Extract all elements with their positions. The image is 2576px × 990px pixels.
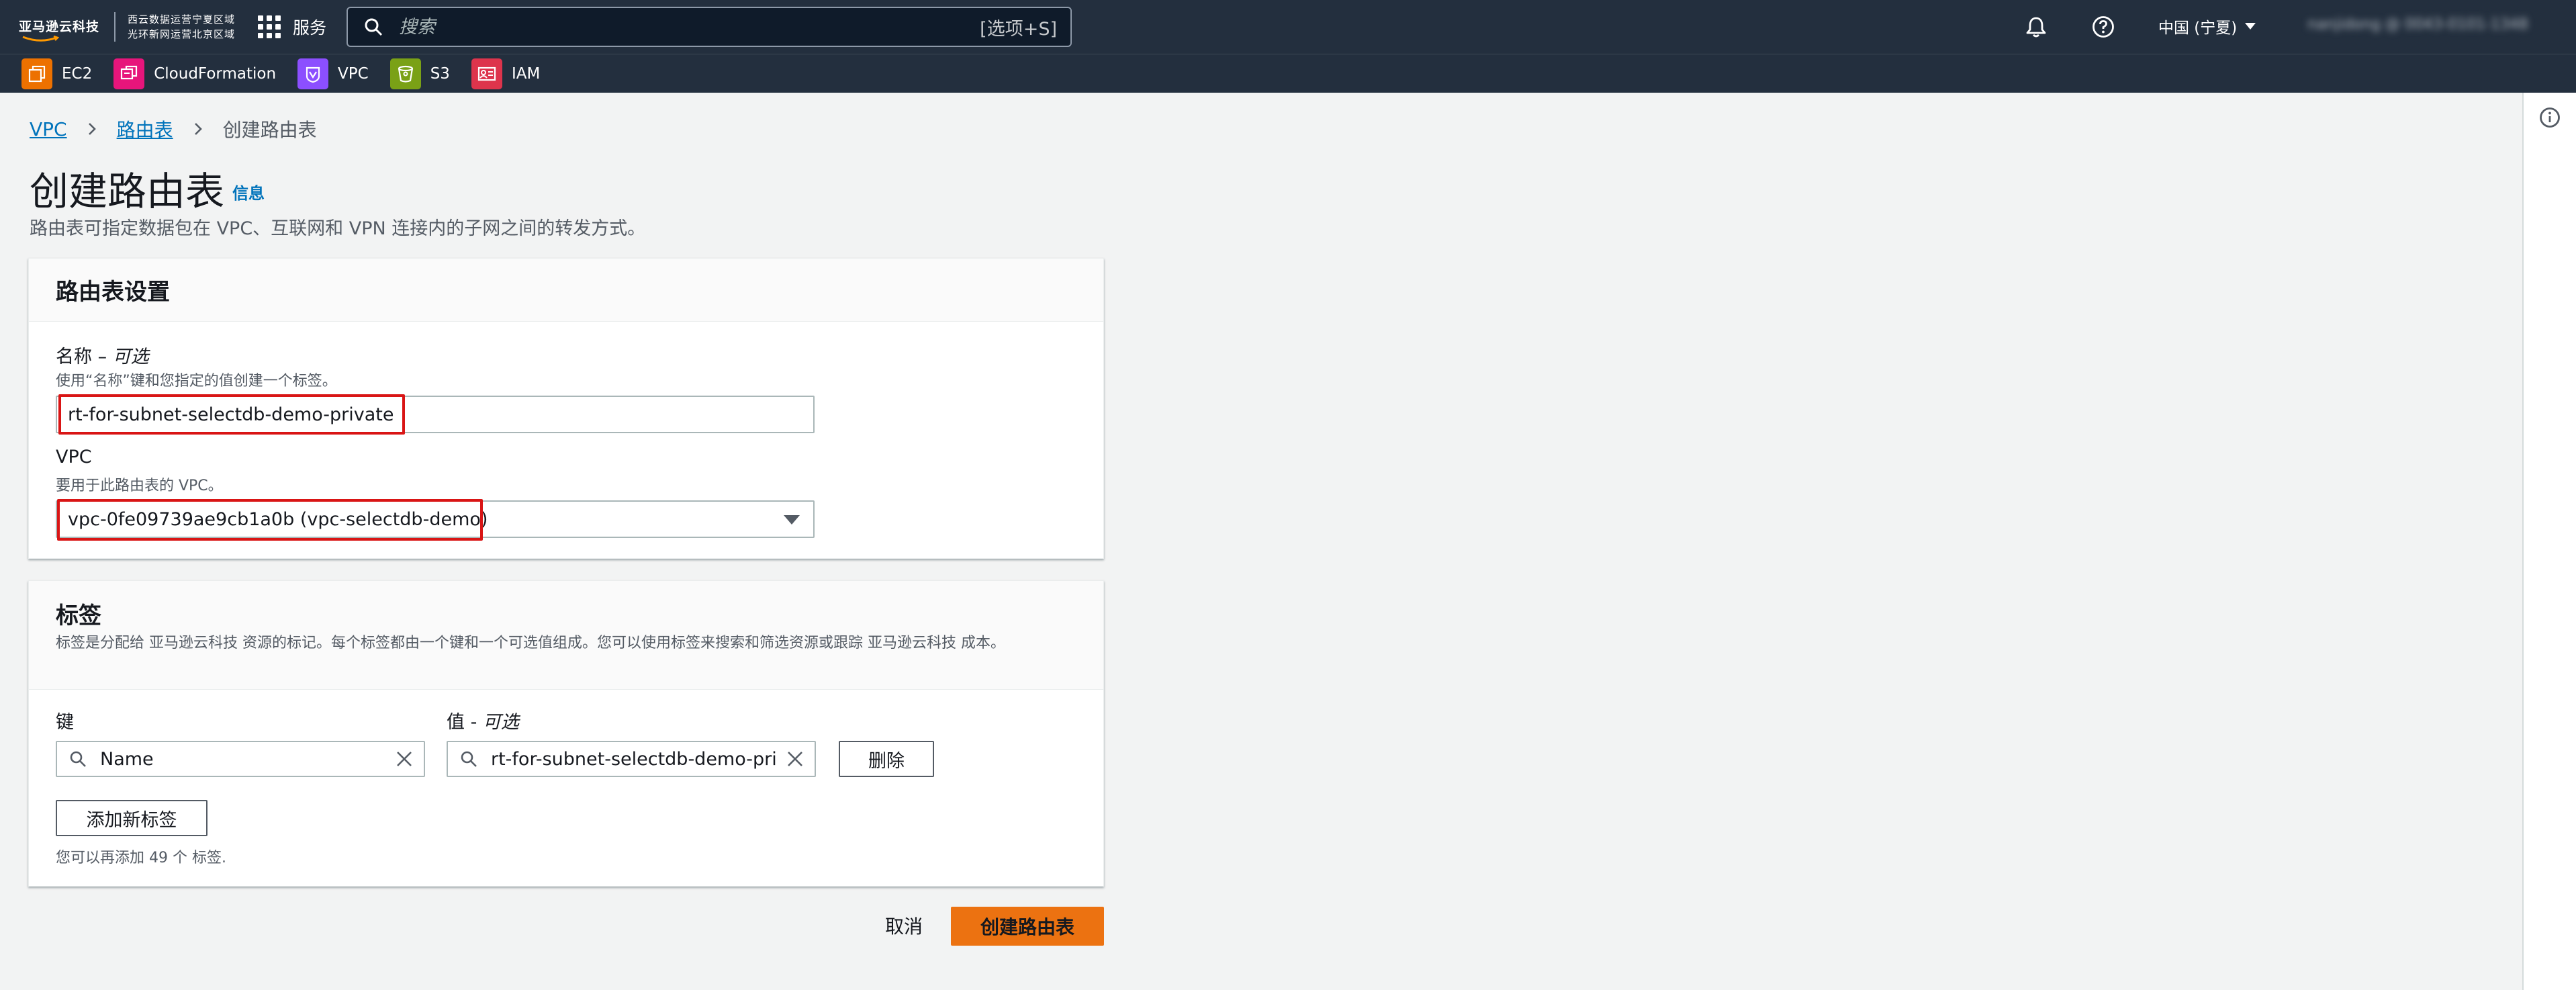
grid-icon (258, 15, 281, 38)
name-input[interactable]: rt-for-subnet-selectdb-demo-private (56, 396, 815, 433)
add-new-tag-button[interactable]: 添加新标签 (56, 800, 208, 836)
favorite-cloudformation[interactable]: CloudFormation (113, 58, 276, 89)
iam-icon (471, 58, 502, 89)
caret-down-icon (2245, 23, 2256, 30)
tag-key-label: 键 (56, 712, 74, 733)
top-navigation: 亚马逊云科技 西云数据运营宁夏区域 光环新网运营北京区域 服务 [选项+S] 中… (0, 0, 2576, 54)
tags-panel: 标签 标签是分配给 亚马逊云科技 资源的标记。每个标签都由一个键和一个可选值组成… (28, 580, 1104, 887)
chevron-right-icon (194, 123, 202, 135)
panel-header: 路由表设置 (29, 259, 1103, 322)
remove-tag-button[interactable]: 删除 (839, 741, 934, 777)
info-link[interactable]: 信息 (232, 180, 265, 204)
name-field-label: 名称 – 可选 (56, 347, 149, 367)
name-field-description: 使用“名称”键和您指定的值创建一个标签。 (56, 373, 337, 390)
tools-side-rail (2522, 93, 2576, 990)
search-icon (461, 751, 477, 767)
favorites-bar: EC2 CloudFormation VPC S3 IAM (0, 54, 2576, 93)
breadcrumb: VPC 路由表 创建路由表 (30, 116, 317, 142)
logo-main-text: 亚马逊云科技 (19, 20, 99, 42)
tag-key-value: Name (100, 748, 154, 770)
tags-description: 标签是分配给 亚马逊云科技 资源的标记。每个标签都由一个键和一个可选值组成。您可… (56, 635, 1005, 651)
name-input-value: rt-for-subnet-selectdb-demo-private (68, 404, 394, 425)
logo-subtext: 西云数据运营宁夏区域 光环新网运营北京区域 (128, 13, 236, 40)
search-icon (365, 18, 383, 36)
services-menu-button[interactable]: 服务 (258, 12, 326, 42)
tag-value-input[interactable]: rt-for-subnet-selectdb-demo-private (447, 741, 816, 777)
vpc-field-label: VPC (56, 447, 92, 467)
caret-down-icon (784, 515, 800, 525)
smile-icon (22, 35, 59, 42)
tag-key-input[interactable]: Name (56, 741, 425, 777)
region-selector[interactable]: 中国 (宁夏) (2158, 15, 2256, 38)
help-icon[interactable] (2091, 15, 2115, 39)
breadcrumb-current: 创建路由表 (222, 119, 317, 141)
panel-header: 标签 标签是分配给 亚马逊云科技 资源的标记。每个标签都由一个键和一个可选值组成… (29, 581, 1103, 690)
favorite-ec2[interactable]: EC2 (21, 58, 92, 89)
cloudformation-icon (113, 58, 145, 89)
vpc-select-value: vpc-0fe09739ae9cb1a0b (vpc-selectdb-demo… (68, 508, 488, 530)
search-icon (70, 751, 86, 767)
s3-bucket-icon (389, 58, 421, 89)
search-input[interactable] (399, 16, 980, 38)
account-menu[interactable]: nanjidong @ 0043-0101-1348 (2307, 16, 2536, 36)
page-title: 创建路由表 (30, 169, 225, 214)
clear-icon[interactable] (396, 750, 413, 768)
tag-limit-text: 您可以再添加 49 个 标签. (56, 850, 226, 866)
vpc-select[interactable]: vpc-0fe09739ae9cb1a0b (vpc-selectdb-demo… (56, 500, 815, 538)
vpc-field-description: 要用于此路由表的 VPC。 (56, 478, 223, 494)
favorite-vpc[interactable]: VPC (297, 58, 369, 89)
info-circle-icon[interactable] (2538, 106, 2561, 129)
region-label: 中国 (宁夏) (2158, 19, 2238, 37)
favorite-s3[interactable]: S3 (389, 58, 450, 89)
aws-logo[interactable]: 亚马逊云科技 西云数据运营宁夏区域 光环新网运营北京区域 (19, 9, 235, 44)
global-search[interactable]: [选项+S] (347, 7, 1072, 47)
search-shortcut-hint: [选项+S] (980, 18, 1057, 40)
panel-title: 路由表设置 (56, 279, 170, 306)
breadcrumb-route-tables[interactable]: 路由表 (117, 116, 173, 142)
clear-icon[interactable] (786, 750, 804, 768)
ec2-icon (21, 58, 52, 89)
cancel-button[interactable]: 取消 (885, 912, 923, 939)
vpc-icon (297, 58, 329, 89)
favorite-iam[interactable]: IAM (471, 58, 540, 89)
chevron-right-icon (88, 123, 96, 135)
breadcrumb-vpc[interactable]: VPC (30, 118, 67, 140)
logo-divider (114, 12, 116, 42)
page-description: 路由表可指定数据包在 VPC、互联网和 VPN 连接内的子网之间的转发方式。 (30, 218, 646, 239)
route-table-settings-panel: 路由表设置 名称 – 可选 使用“名称”键和您指定的值创建一个标签。 rt-fo… (28, 258, 1104, 559)
tag-value-label: 值 - 可选 (447, 712, 519, 733)
panel-title: 标签 (56, 602, 101, 629)
create-route-table-button[interactable]: 创建路由表 (951, 907, 1104, 946)
tag-value-value: rt-for-subnet-selectdb-demo-private (491, 748, 776, 770)
services-label: 服务 (293, 18, 327, 38)
notifications-bell-icon[interactable] (2024, 15, 2048, 39)
